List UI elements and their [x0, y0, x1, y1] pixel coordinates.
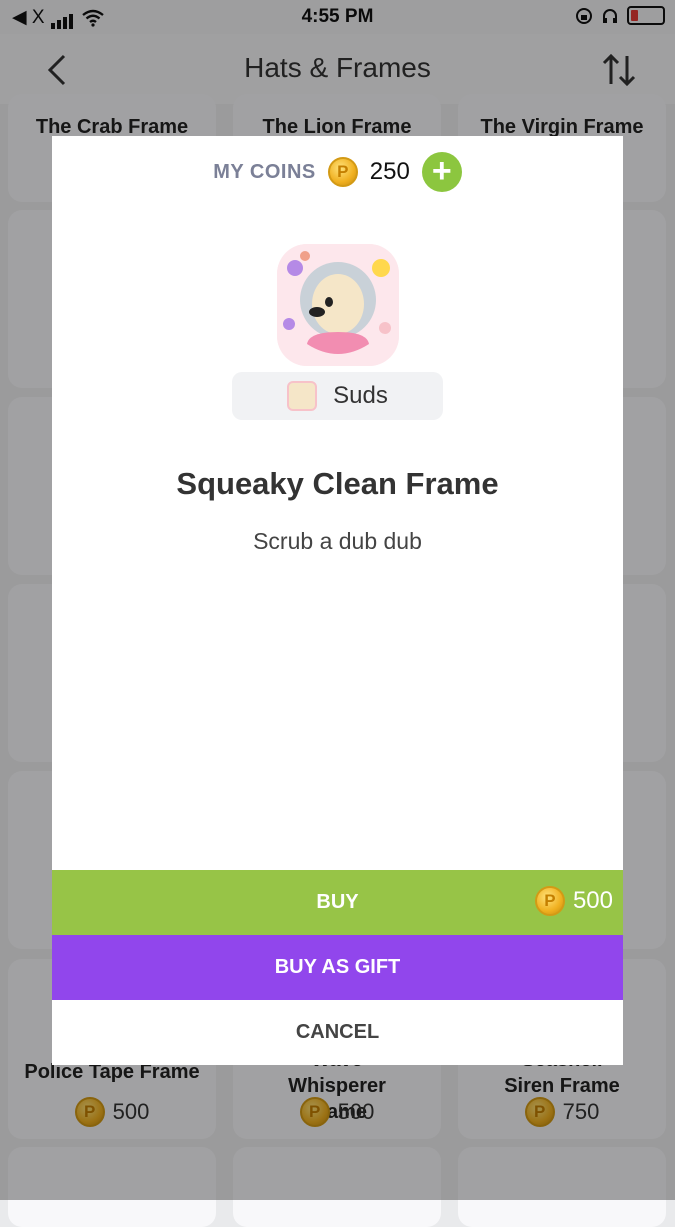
buy-price-value: 500	[572, 887, 613, 914]
buy-as-gift-button[interactable]: BUY AS GIFT	[52, 935, 623, 1000]
dog-thumbnail-icon	[287, 381, 318, 411]
frame-preview-image	[277, 244, 399, 366]
buy-button[interactable]: BUY P 500	[52, 870, 623, 935]
gift-label: BUY AS GIFT	[274, 956, 401, 978]
add-coins-button[interactable]: +	[421, 152, 462, 192]
coins-value: 250	[369, 158, 410, 185]
purchase-modal: MY COINS P 250 + Suds Squeaky Clean Fram…	[52, 136, 623, 1065]
my-coins-label: MY COINS	[213, 160, 316, 183]
frame-tag-chip: Suds	[232, 372, 443, 420]
buy-label: BUY	[316, 891, 359, 913]
buy-price: P 500	[534, 886, 613, 916]
coin-icon: P	[327, 157, 358, 187]
frame-title: Squeaky Clean Frame	[176, 466, 499, 501]
my-coins-row: MY COINS P 250 +	[52, 152, 623, 192]
coin-icon: P	[534, 886, 565, 916]
dog-frame-illustration	[277, 244, 399, 366]
frame-description: Scrub a dub dub	[253, 528, 422, 554]
cancel-label: CANCEL	[295, 1021, 380, 1043]
chip-label: Suds	[333, 382, 388, 409]
cancel-button[interactable]: CANCEL	[52, 1000, 623, 1065]
